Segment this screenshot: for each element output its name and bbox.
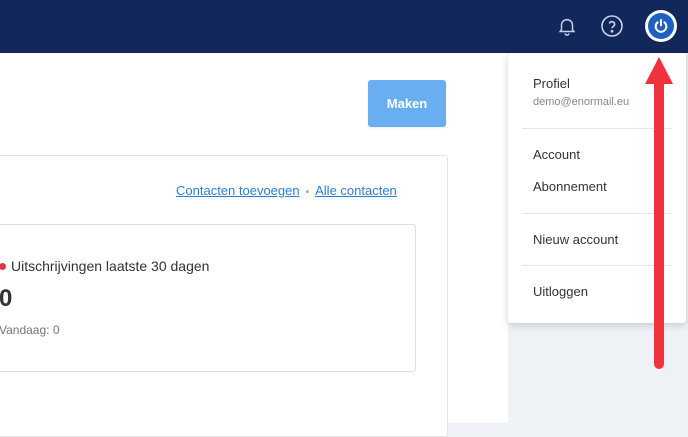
add-contacts-link[interactable]: Contacten toevoegen <box>176 183 300 198</box>
menu-email: demo@enormail.eu <box>533 96 630 108</box>
power-icon[interactable] <box>645 10 677 42</box>
stat-title-text: Uitschrijvingen laatste 30 dagen <box>11 258 210 274</box>
stat-today: Vandaag: 0 <box>0 323 60 337</box>
stat-title: Uitschrijvingen laatste 30 dagen <box>0 258 209 274</box>
menu-item-account[interactable]: Account <box>533 147 580 162</box>
question-icon[interactable] <box>596 10 628 42</box>
contacts-links: Contacten toevoegen • Alle contacten <box>176 183 397 198</box>
status-dot <box>0 262 6 270</box>
create-button[interactable]: Maken <box>368 80 446 127</box>
menu-item-logout[interactable]: Uitloggen <box>533 284 588 299</box>
menu-item-subscription[interactable]: Abonnement <box>533 179 607 194</box>
account-avatar <box>648 13 674 39</box>
top-navigation-bar <box>0 0 688 53</box>
menu-item-new-account[interactable]: Nieuw account <box>533 232 618 247</box>
menu-item-profile[interactable]: Profiel <box>533 76 570 91</box>
link-separator: • <box>305 187 310 198</box>
all-contacts-link[interactable]: Alle contacten <box>315 183 397 198</box>
unsubscribes-stat-box: Uitschrijvingen laatste 30 dagen 0 Vanda… <box>0 224 416 372</box>
bell-icon[interactable] <box>551 10 583 42</box>
stat-value: 0 <box>0 285 13 312</box>
red-arrow-annotation <box>645 57 673 369</box>
